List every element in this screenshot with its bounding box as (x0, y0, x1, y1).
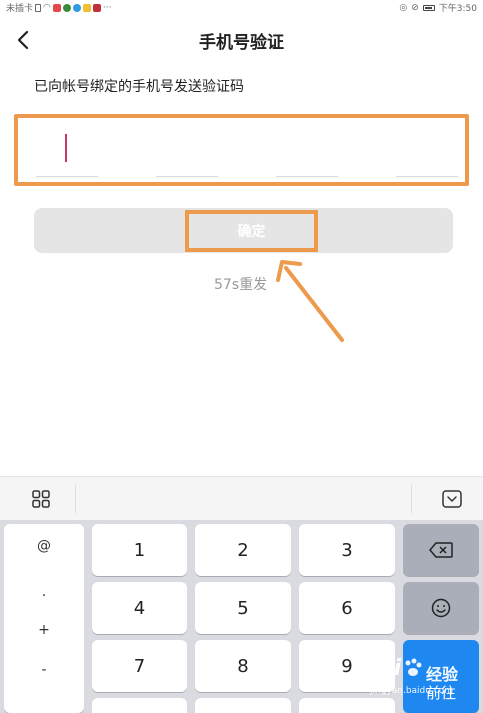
watermark-cn: 经验 (426, 665, 459, 684)
keyboard-hide-icon[interactable] (442, 490, 462, 508)
key-4[interactable]: 4 (92, 582, 187, 634)
key-8[interactable]: 8 (195, 640, 291, 692)
watermark-brand: Bai (364, 656, 401, 681)
page-title: 手机号验证 (199, 33, 284, 53)
status-left: 未插卡 ◠ ··· (6, 1, 112, 15)
code-slot-3 (276, 176, 338, 177)
backspace-button[interactable] (403, 524, 479, 576)
baidu-jingyan-watermark: Bai 经验 jingyan.baidu.com (364, 656, 479, 708)
toolbar-divider (75, 485, 76, 513)
symbol-column: @ . + - (4, 524, 84, 713)
alarm-icon: ◎ (399, 2, 408, 13)
verification-code-input[interactable] (14, 114, 469, 186)
symbol-key-minus[interactable]: - (4, 662, 84, 678)
nav-bar: 手机号验证 (0, 20, 483, 60)
wifi-icon: ◠ (43, 2, 51, 13)
confirm-label: 确定 (237, 224, 266, 240)
sim-status-text: 未插卡 (6, 4, 34, 14)
mute-icon: ⊘ (411, 2, 419, 13)
key-1[interactable]: 1 (92, 524, 187, 576)
code-slot-4 (396, 176, 458, 177)
battery-icon (422, 4, 435, 11)
verification-hint: 已向帐号绑定的手机号发送验证码 (34, 79, 244, 95)
text-cursor (65, 134, 67, 162)
watermark-url: jingyan.baidu.com (370, 686, 454, 696)
toolbar-divider (411, 485, 412, 513)
keyboard-toolbar (0, 476, 483, 520)
sim-icon (35, 3, 42, 12)
confirm-annotation-box: 确定 (185, 210, 318, 252)
emoji-button[interactable] (403, 582, 479, 634)
symbol-key-dot[interactable]: . (4, 584, 84, 600)
resend-countdown: 57s重发 (214, 277, 268, 293)
code-slot-1 (36, 176, 98, 177)
clock-text: 下午3:50 (438, 4, 477, 14)
key-7[interactable]: 7 (92, 640, 187, 692)
key-0-partial[interactable] (195, 698, 291, 713)
symbol-key-plus[interactable]: + (4, 622, 84, 638)
key-5[interactable]: 5 (195, 582, 291, 634)
app-badge-icon (92, 3, 101, 12)
key-3[interactable]: 3 (299, 524, 395, 576)
emoji-icon (431, 598, 451, 618)
grid-icon[interactable] (32, 490, 50, 508)
status-bar: 未插卡 ◠ ··· ◎ ⊘ 下午3:50 (0, 0, 483, 15)
code-slot-2 (156, 176, 218, 177)
browser-icon (72, 3, 81, 12)
key-2[interactable]: 2 (195, 524, 291, 576)
notification-icon (82, 3, 91, 12)
paw-icon (405, 658, 422, 676)
more-notifications-icon: ··· (102, 2, 112, 13)
key-space-partial[interactable] (92, 698, 187, 713)
app-icon (52, 3, 61, 12)
key-6[interactable]: 6 (299, 582, 395, 634)
chat-icon (62, 3, 71, 12)
status-right: ◎ ⊘ 下午3:50 (399, 1, 477, 15)
backspace-icon (429, 542, 453, 558)
symbol-key-at[interactable]: @ (4, 538, 84, 554)
annotation-arrow-icon (276, 260, 344, 342)
